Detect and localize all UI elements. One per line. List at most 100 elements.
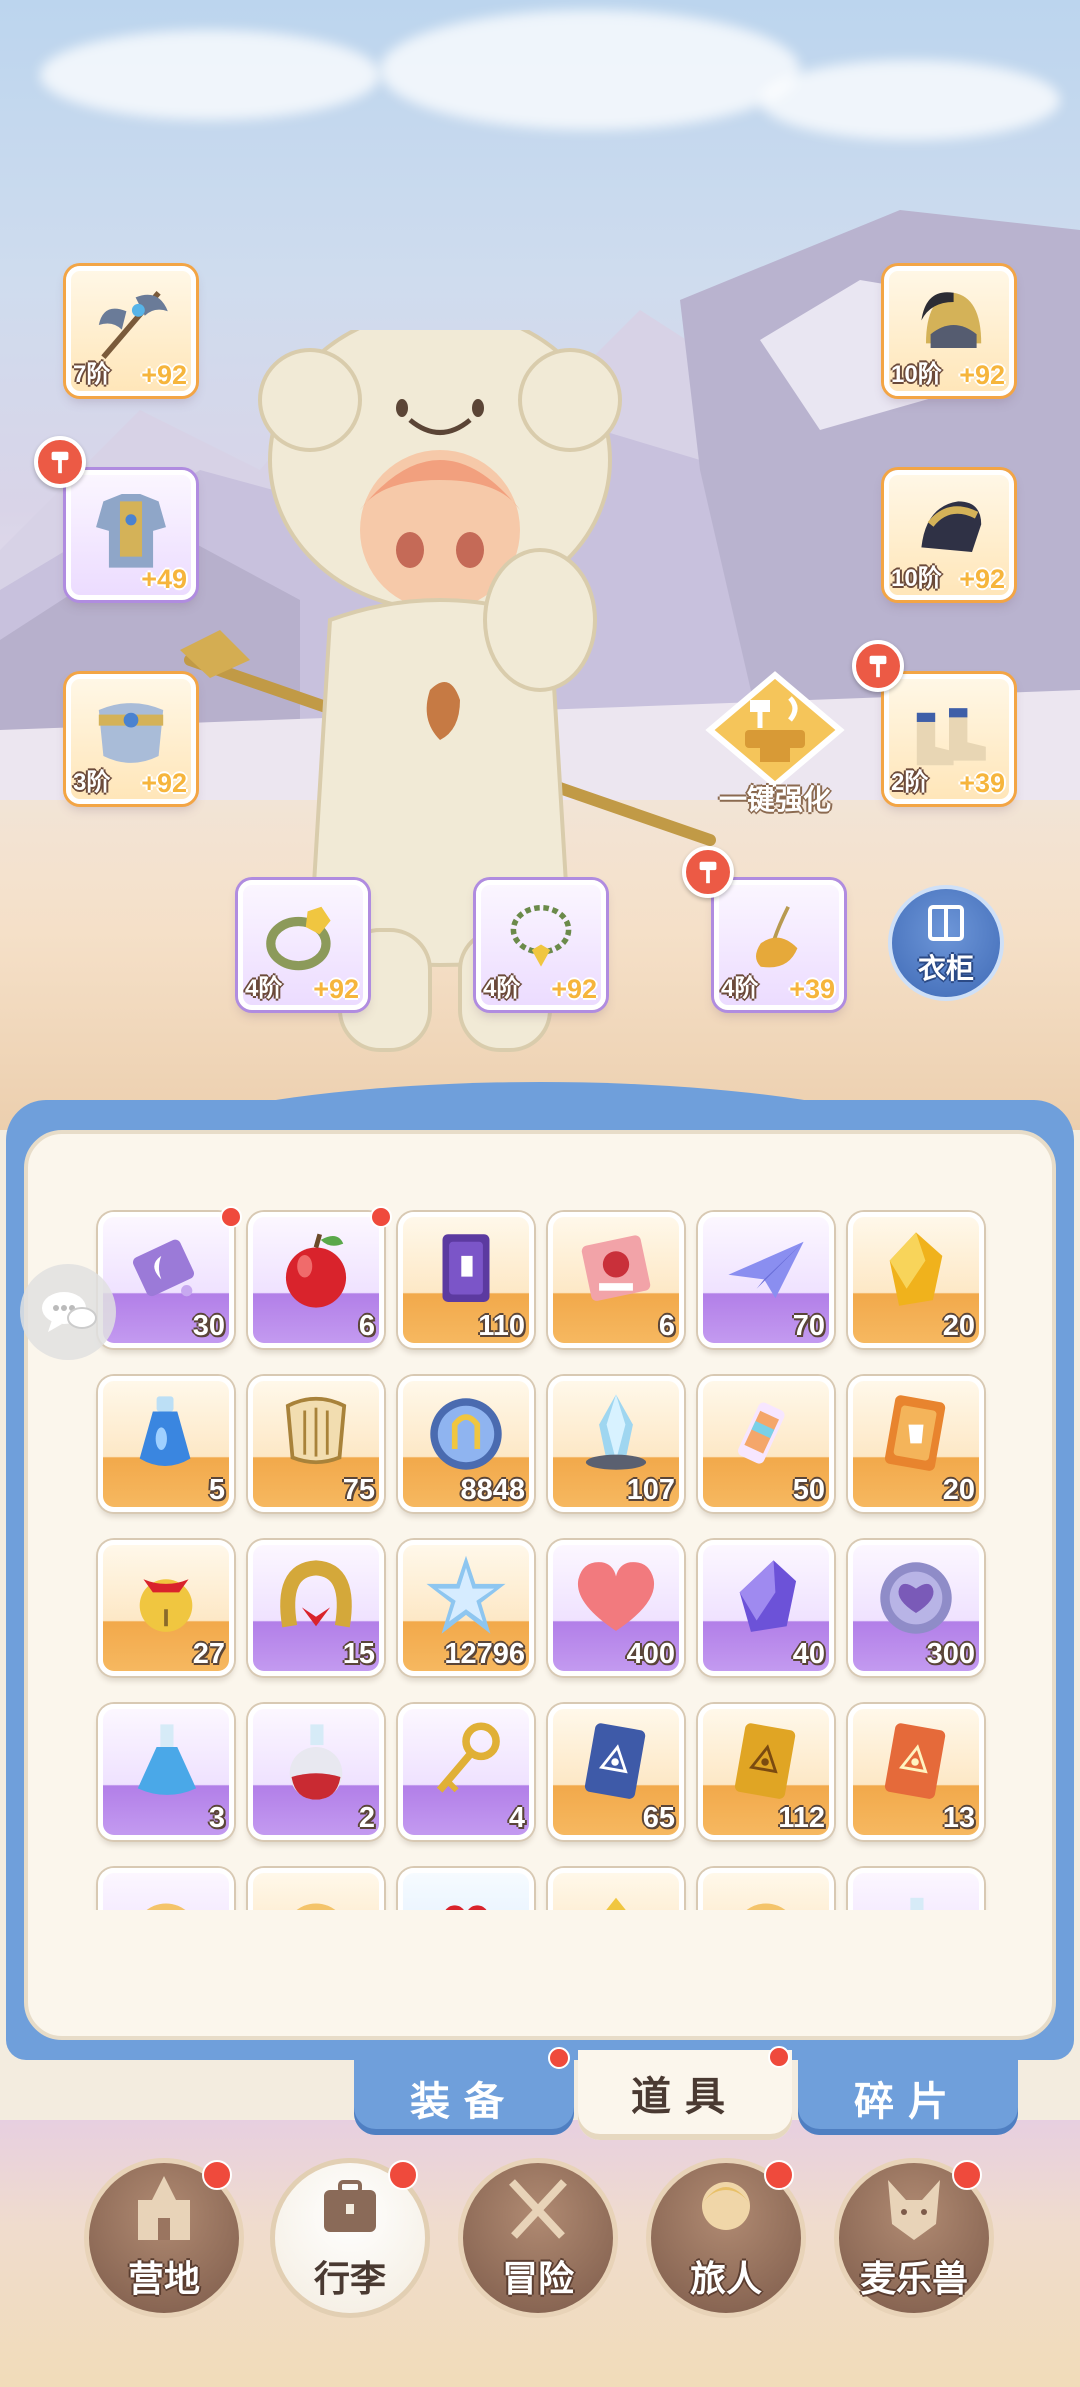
tab-items[interactable]: 道具 <box>578 2046 792 2140</box>
upgrade-available-badge-earring <box>682 846 734 898</box>
gold-eye-card-icon <box>734 1723 796 1799</box>
inventory-item[interactable]: 27 <box>98 1540 234 1676</box>
nav-beasts[interactable]: 麦乐兽 <box>834 2158 994 2328</box>
inventory-item[interactable]: 12796 <box>398 1540 534 1676</box>
inventory-item[interactable]: 70 <box>698 1212 834 1348</box>
item-count: 70 <box>792 1310 825 1342</box>
gem-icon <box>606 1897 626 1910</box>
upgrade-all-button[interactable]: 一键强化 <box>700 670 850 820</box>
item-count: 40 <box>792 1638 825 1670</box>
inventory-item[interactable]: 300 <box>848 1540 984 1676</box>
chat-button[interactable] <box>20 1264 116 1360</box>
weapon-tier: 7阶 <box>73 361 111 388</box>
creature-icon <box>146 1903 186 1910</box>
bell-icon <box>139 1579 193 1632</box>
tab-fragments[interactable]: 碎片 <box>798 2055 1018 2135</box>
item-count: 8848 <box>460 1474 525 1506</box>
tab-equipment[interactable]: 装备 <box>354 2047 574 2135</box>
inventory-item[interactable]: 6 <box>248 1212 384 1348</box>
inventory-item[interactable]: 65 <box>548 1704 684 1840</box>
inventory-item[interactable]: 15 <box>248 1540 384 1676</box>
inventory-item[interactable]: 400 <box>548 1540 684 1676</box>
equip-slot-ring[interactable]: 4阶 +92 <box>238 880 368 1010</box>
weapon-bonus: +92 <box>141 360 187 390</box>
item-count: 300 <box>926 1638 975 1670</box>
wardrobe-button[interactable]: 衣柜 <box>888 885 1004 1001</box>
purple-card-icon <box>442 1234 490 1302</box>
nav-camp-label: 营地 <box>127 2258 200 2299</box>
inventory-item-partial[interactable] <box>848 1868 984 1910</box>
wardrobe-label: 衣柜 <box>917 953 974 984</box>
equip-slot-belt[interactable]: 3阶 +92 <box>66 674 196 804</box>
inventory-item[interactable]: 20 <box>848 1376 984 1512</box>
paint-tube-icon <box>738 1402 785 1464</box>
crossed-swords-icon <box>509 2179 567 2239</box>
ice-crystal-icon <box>585 1394 647 1470</box>
inventory-item[interactable]: 2 <box>248 1704 384 1840</box>
item-count: 107 <box>626 1474 675 1506</box>
orange-card-icon <box>884 1395 946 1471</box>
inventory-item[interactable]: 40 <box>698 1540 834 1676</box>
inventory-item[interactable]: 110 <box>398 1212 534 1348</box>
item-count: 4 <box>508 1802 525 1834</box>
equip-slot-weapon[interactable]: 7阶 +92 <box>66 266 196 396</box>
nav-luggage[interactable]: 行李 <box>270 2158 430 2328</box>
inventory-item[interactable]: 13 <box>848 1704 984 1840</box>
inventory-item[interactable]: 30 <box>98 1212 234 1348</box>
hammer-icon <box>869 655 887 678</box>
traveler-portrait-icon <box>702 2182 750 2230</box>
inventory-item[interactable]: 107 <box>548 1376 684 1512</box>
heart-icon <box>577 1562 655 1631</box>
ring-bonus: +92 <box>313 974 359 1004</box>
inventory-item[interactable]: 3 <box>98 1704 234 1840</box>
nav-adventure[interactable]: 冒险 <box>458 2158 618 2328</box>
equip-slot-helmet[interactable]: 10阶 +92 <box>884 266 1014 396</box>
equip-slot-boots[interactable]: 2阶 +39 <box>884 674 1014 804</box>
item-count: 400 <box>626 1638 675 1670</box>
equip-slot-earring[interactable]: 4阶 +39 <box>714 880 844 1010</box>
inventory-item[interactable]: 20 <box>848 1212 984 1348</box>
nav-luggage-badge <box>388 2160 418 2190</box>
inventory-grid[interactable]: 30 6 110 6 70 20 5 75 8848 107 50 20 27 … <box>70 1200 1010 1910</box>
item-count: 110 <box>478 1310 525 1342</box>
nav-beasts-badge <box>952 2160 982 2190</box>
bottle-icon <box>910 1897 924 1910</box>
item-count: 30 <box>192 1310 225 1342</box>
inventory-item-partial[interactable] <box>548 1868 684 1910</box>
star-crystal-icon <box>426 1555 506 1634</box>
equip-slot-necklace[interactable]: 4阶 +92 <box>476 880 606 1010</box>
nav-camp[interactable]: 营地 <box>84 2158 244 2328</box>
paper-plane-icon <box>728 1241 804 1299</box>
inventory-item[interactable]: 6 <box>548 1212 684 1348</box>
item-count: 112 <box>778 1802 825 1834</box>
tab-equipment-badge <box>548 2047 570 2069</box>
inventory-item-partial[interactable] <box>398 1868 534 1910</box>
nav-travelers[interactable]: 旅人 <box>646 2158 806 2328</box>
crystal-orb-icon <box>430 1398 502 1470</box>
inventory-item-partial[interactable] <box>98 1868 234 1910</box>
nav-beasts-label: 麦乐兽 <box>859 2258 968 2299</box>
earring-bonus: +39 <box>789 974 835 1004</box>
belt-bonus: +92 <box>141 768 187 798</box>
equip-slot-gloves[interactable]: 10阶 +92 <box>884 470 1014 600</box>
inventory-item[interactable]: 112 <box>698 1704 834 1840</box>
upgrade-all-label: 一键强化 <box>718 784 831 815</box>
blue-flask-icon <box>137 1724 197 1795</box>
inventory-item[interactable]: 50 <box>698 1376 834 1512</box>
belt-tier: 3阶 <box>73 769 111 796</box>
new-item-dot <box>220 1206 242 1228</box>
red-flask-icon <box>289 1724 343 1800</box>
inventory-item-partial[interactable] <box>248 1868 384 1910</box>
inventory-item[interactable]: 75 <box>248 1376 384 1512</box>
item-count: 6 <box>358 1310 375 1342</box>
inventory-item[interactable]: 5 <box>98 1376 234 1512</box>
inventory-item[interactable]: 8848 <box>398 1376 534 1512</box>
equip-slot-armor[interactable]: +49 <box>66 470 196 600</box>
inventory-item[interactable]: 4 <box>398 1704 534 1840</box>
inventory-item-partial[interactable] <box>698 1868 834 1910</box>
apple-icon <box>285 1233 347 1308</box>
gloves-tier: 10阶 <box>891 565 942 592</box>
item-count: 20 <box>942 1310 975 1342</box>
necklace-tier: 4阶 <box>483 975 521 1002</box>
golden-key-icon <box>436 1722 500 1793</box>
